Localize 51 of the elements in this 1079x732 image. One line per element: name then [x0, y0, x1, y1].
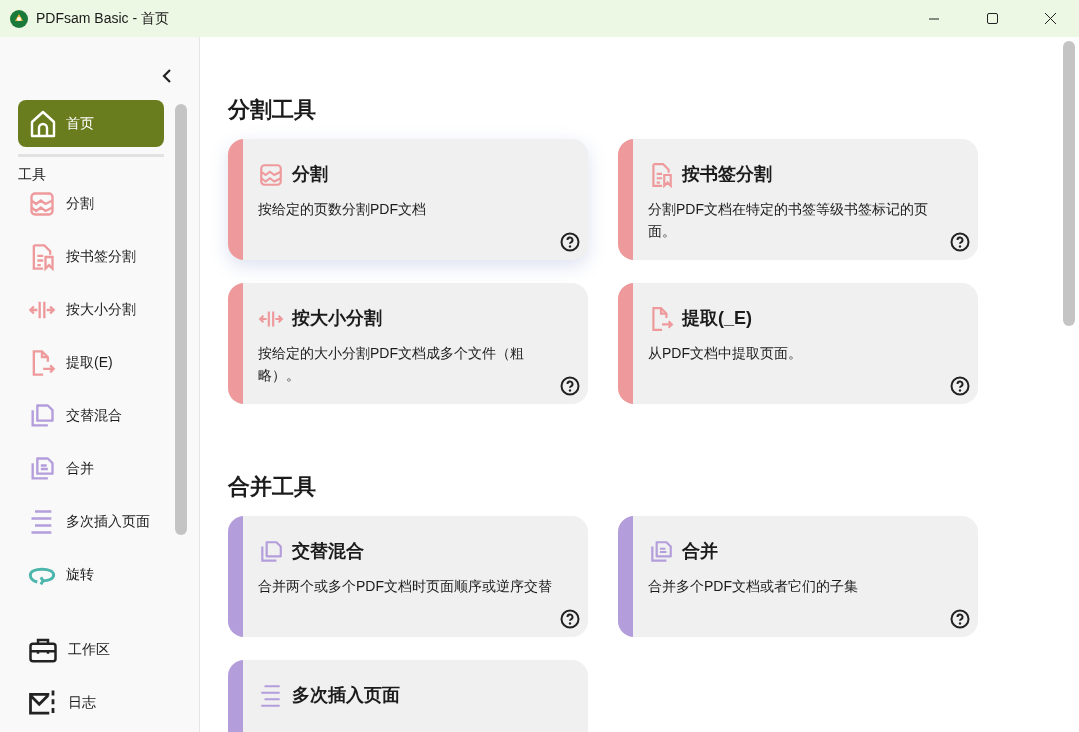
tool-card[interactable]: 交替混合 合并两个或多个PDF文档时页面顺序或逆序交替 [228, 516, 588, 637]
maximize-icon [986, 13, 998, 24]
tool-card[interactable]: 分割 按给定的页数分割PDF文档 [228, 139, 588, 260]
stacked-pages-icon [258, 538, 284, 565]
card-title: 按大小分割 [292, 307, 382, 330]
wavy-page-icon [258, 161, 284, 188]
card-title: 多次插入页面 [292, 684, 400, 707]
home-icon [30, 109, 56, 138]
card-description: 合并两个或多个PDF文档时页面顺序或逆序交替 [258, 577, 552, 596]
card-description: 分割PDF文档在特定的书签等级书签标记的页面。 [648, 200, 929, 241]
tool-card[interactable]: 按书签分割 分割PDF文档在特定的书签等级书签标记的页面。 [618, 139, 978, 260]
sidebar-scrollbar[interactable] [175, 104, 187, 535]
sidebar-item[interactable]: 提取(E) [18, 336, 164, 389]
help-icon[interactable] [950, 609, 970, 629]
sidebar-item[interactable]: 多次插入页面 [18, 495, 164, 548]
card-description: 按给定的页数分割PDF文档 [258, 200, 426, 219]
help-icon[interactable] [950, 232, 970, 252]
card-description: 按给定的大小分割PDF文档成多个文件（粗略）。 [258, 344, 525, 385]
close-icon [1044, 13, 1056, 24]
tool-card[interactable]: 合并 合并多个PDF文档或者它们的子集 [618, 516, 978, 637]
section-heading: 分割工具 [228, 96, 317, 124]
home-nav-item[interactable]: 首页 [18, 100, 164, 147]
stacked-documents-icon [648, 538, 674, 565]
section-label: 工具 [18, 165, 47, 184]
help-icon[interactable] [950, 376, 970, 396]
wavy-page-icon [28, 189, 56, 218]
card-title: 交替混合 [292, 540, 364, 563]
app-logo-icon [10, 9, 28, 28]
sidebar-item[interactable]: 按书签分割 [18, 230, 164, 283]
card-description: 从PDF文档中提取页面。 [648, 344, 802, 363]
tool-card[interactable]: 提取(_E) 从PDF文档中提取页面。 [618, 283, 978, 404]
chevron-left-icon [162, 68, 172, 84]
help-icon[interactable] [560, 376, 580, 396]
section-heading: 合并工具 [228, 473, 317, 501]
tool-card[interactable]: 按大小分割 按给定的大小分割PDF文档成多个文件（粗略）。 [228, 283, 588, 404]
sidebar-item[interactable]: 合并 [18, 442, 164, 495]
sidebar-item[interactable]: 日志 [18, 676, 164, 729]
card-title: 合并 [682, 540, 718, 563]
card-title: 提取(_E) [682, 307, 752, 330]
tool-card[interactable]: 多次插入页面 [228, 660, 588, 732]
card-title: 分割 [292, 163, 328, 186]
help-icon[interactable] [560, 232, 580, 252]
help-icon[interactable] [560, 609, 580, 629]
window-title: PDFsam Basic - 首页 [36, 9, 169, 28]
card-description: 合并多个PDF文档或者它们的子集 [648, 577, 858, 596]
sidebar-item[interactable]: 工作区 [18, 623, 164, 676]
sidebar-item[interactable]: 交替混合 [18, 389, 164, 442]
sidebar-item[interactable]: 按大小分割 [18, 283, 164, 336]
main-scrollbar[interactable] [1063, 41, 1075, 326]
sidebar-item[interactable]: 旋转 [18, 548, 164, 601]
card-title: 按书签分割 [682, 163, 772, 186]
